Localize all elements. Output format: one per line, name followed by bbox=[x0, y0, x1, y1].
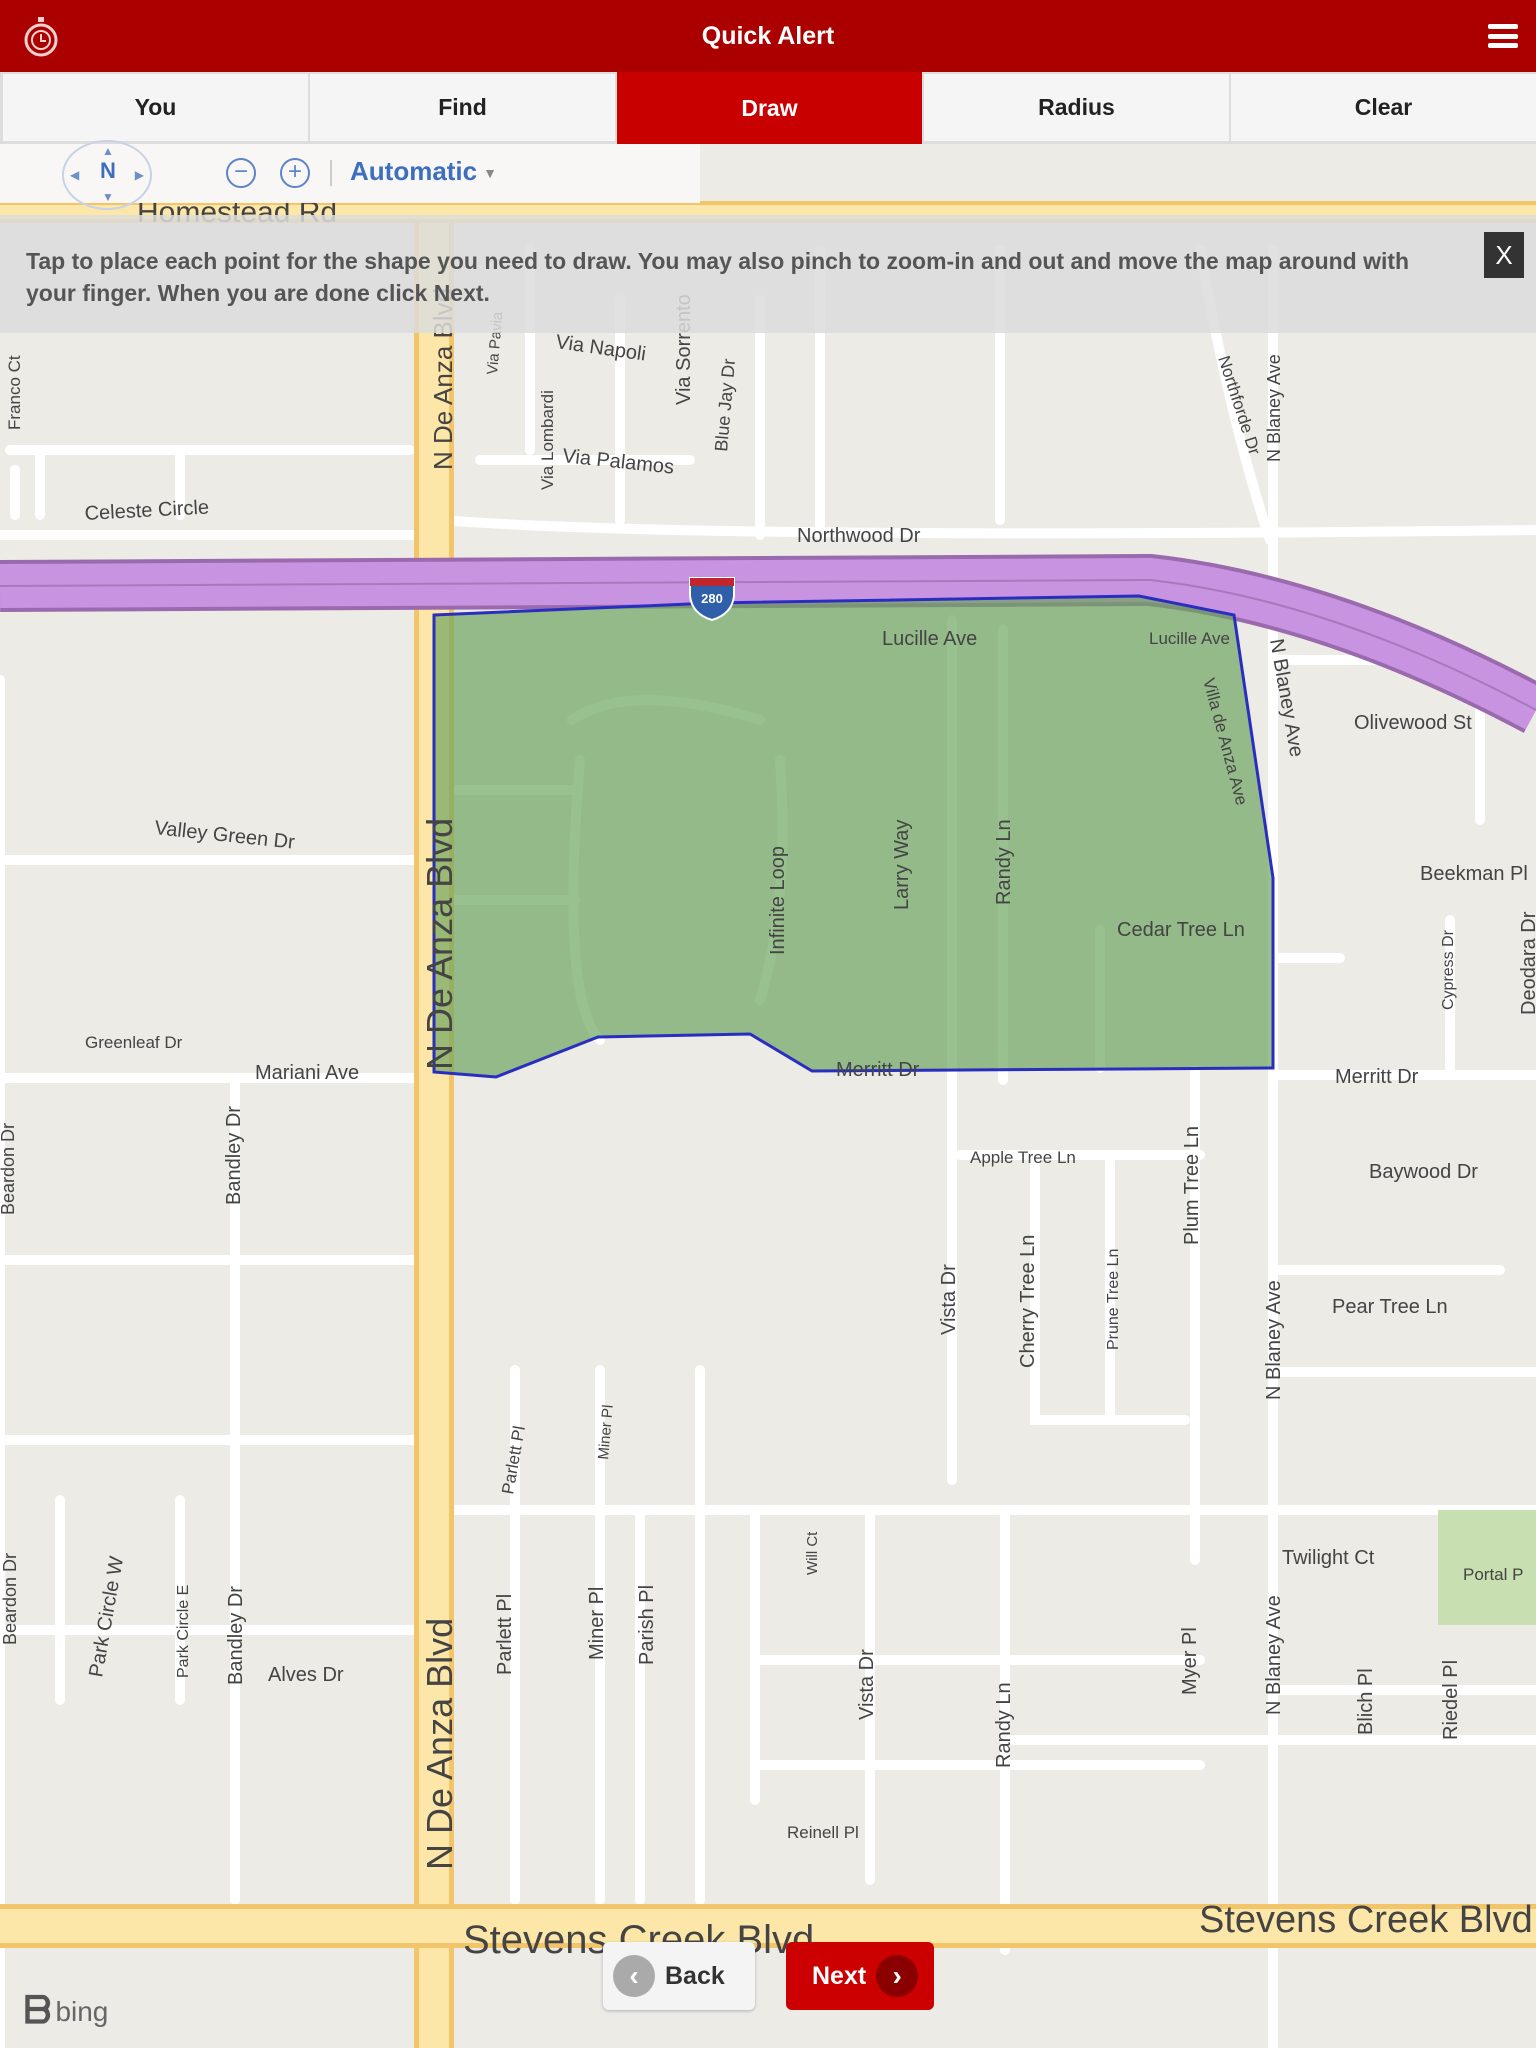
svg-text:Stevens Creek Blvd: Stevens Creek Blvd bbox=[1199, 1899, 1533, 1941]
attribution-text: bing bbox=[55, 1995, 109, 2027]
svg-text:Cedar Tree Ln: Cedar Tree Ln bbox=[1117, 919, 1245, 941]
svg-text:Franco Ct: Franco Ct bbox=[5, 355, 24, 430]
instruction-text: Tap to place each point for the shape yo… bbox=[26, 248, 1410, 306]
drawn-shape-polygon[interactable] bbox=[432, 594, 1275, 1079]
map-style-dropdown[interactable]: Automatic ▼ bbox=[350, 156, 497, 187]
back-button[interactable]: ‹ Back bbox=[603, 1942, 755, 2010]
divider bbox=[330, 160, 332, 186]
svg-text:Greenleaf Dr: Greenleaf Dr bbox=[85, 1033, 183, 1052]
svg-text:Park Circle E: Park Circle E bbox=[175, 1585, 192, 1678]
tab-you[interactable]: You bbox=[3, 74, 310, 141]
app-title: Quick Alert bbox=[701, 21, 835, 50]
svg-text:N Blaney Ave: N Blaney Ave bbox=[1263, 1280, 1285, 1400]
svg-text:Myer Pl: Myer Pl bbox=[1179, 1627, 1201, 1695]
instruction-banner: Tap to place each point for the shape yo… bbox=[0, 215, 1536, 333]
tab-find[interactable]: Find bbox=[310, 74, 617, 141]
svg-text:Randy Ln: Randy Ln bbox=[993, 819, 1015, 905]
chevron-right-icon: › bbox=[876, 1955, 919, 1997]
svg-text:Cherry Tree Ln: Cherry Tree Ln bbox=[1017, 1235, 1039, 1368]
svg-text:Lucille Ave: Lucille Ave bbox=[1149, 629, 1230, 648]
caret-down-icon: ▼ bbox=[483, 165, 497, 182]
svg-text:Blich Pl: Blich Pl bbox=[1355, 1668, 1377, 1735]
stopwatch-icon[interactable] bbox=[22, 16, 60, 58]
svg-text:Prune Tree Ln: Prune Tree Ln bbox=[1105, 1249, 1122, 1350]
svg-text:Alves Dr: Alves Dr bbox=[268, 1664, 344, 1686]
bing-logo: ᗷ bing bbox=[24, 1990, 108, 2033]
svg-text:Will Ct: Will Ct bbox=[804, 1531, 821, 1575]
svg-text:Beekman Pl: Beekman Pl bbox=[1420, 863, 1528, 885]
svg-text:Vista Dr: Vista Dr bbox=[856, 1649, 878, 1720]
svg-text:Merritt Dr: Merritt Dr bbox=[1335, 1066, 1419, 1088]
bing-icon: ᗷ bbox=[24, 1990, 52, 2032]
svg-text:Riedel Pl: Riedel Pl bbox=[1440, 1660, 1462, 1740]
svg-text:N Blaney Ave: N Blaney Ave bbox=[1263, 1595, 1285, 1715]
hamburger-menu-icon[interactable] bbox=[1488, 24, 1518, 48]
svg-text:Beardon Dr: Beardon Dr bbox=[0, 1123, 18, 1215]
svg-text:Baywood Dr: Baywood Dr bbox=[1369, 1161, 1478, 1183]
svg-text:Plum Tree Ln: Plum Tree Ln bbox=[1181, 1126, 1203, 1245]
svg-text:Via Lombardi: Via Lombardi bbox=[538, 390, 557, 490]
svg-text:N De Anza Blvd: N De Anza Blvd bbox=[419, 1618, 460, 1870]
back-label: Back bbox=[665, 1961, 725, 1990]
svg-text:Parlett Pl: Parlett Pl bbox=[494, 1594, 516, 1675]
svg-text:Merritt Dr: Merritt Dr bbox=[836, 1059, 920, 1081]
map-style-label: Automatic bbox=[350, 156, 478, 186]
mode-tabs: You Find Draw Radius Clear bbox=[0, 72, 1536, 144]
svg-text:Infinite Loop: Infinite Loop bbox=[767, 846, 789, 955]
tab-clear[interactable]: Clear bbox=[1231, 74, 1536, 141]
svg-text:Beardon Dr: Beardon Dr bbox=[0, 1553, 20, 1645]
svg-text:Pear Tree Ln: Pear Tree Ln bbox=[1332, 1296, 1448, 1318]
zoom-out-button[interactable]: − bbox=[226, 158, 256, 188]
svg-text:Bandley Dr: Bandley Dr bbox=[223, 1106, 245, 1205]
chevron-left-icon: ‹ bbox=[613, 1955, 655, 1997]
svg-text:Parish Pl: Parish Pl bbox=[636, 1585, 658, 1665]
svg-text:Lucille Ave: Lucille Ave bbox=[882, 628, 977, 650]
close-instructions-button[interactable]: X bbox=[1484, 232, 1524, 278]
svg-text:Twilight Ct: Twilight Ct bbox=[1282, 1547, 1375, 1569]
compass-control[interactable]: ▲ ▼ ◀ ▶ N bbox=[62, 140, 152, 210]
svg-text:Miner Pl: Miner Pl bbox=[586, 1587, 608, 1660]
svg-text:N Blaney Ave: N Blaney Ave bbox=[1264, 354, 1284, 462]
svg-text:Deodara Dr: Deodara Dr bbox=[1518, 911, 1536, 1015]
svg-text:Mariani Ave: Mariani Ave bbox=[255, 1062, 359, 1084]
svg-text:Vista Dr: Vista Dr bbox=[938, 1264, 960, 1335]
svg-text:Northwood Dr: Northwood Dr bbox=[797, 525, 921, 547]
app-header: Quick Alert bbox=[0, 0, 1536, 72]
tab-radius[interactable]: Radius bbox=[924, 74, 1231, 141]
svg-text:Larry Way: Larry Way bbox=[891, 820, 913, 910]
zoom-in-button[interactable]: + bbox=[280, 158, 310, 188]
svg-text:280: 280 bbox=[701, 591, 723, 606]
svg-text:Bandley Dr: Bandley Dr bbox=[225, 1586, 247, 1685]
next-button[interactable]: Next › bbox=[786, 1942, 934, 2010]
svg-text:Olivewood St: Olivewood St bbox=[1354, 712, 1472, 734]
next-label: Next bbox=[812, 1961, 867, 1990]
svg-text:Cypress Dr: Cypress Dr bbox=[1440, 929, 1457, 1010]
svg-text:Portal P: Portal P bbox=[1463, 1565, 1523, 1584]
svg-text:Apple Tree Ln: Apple Tree Ln bbox=[970, 1148, 1076, 1167]
svg-text:Randy Ln: Randy Ln bbox=[993, 1682, 1015, 1768]
compass-north-label: N bbox=[100, 158, 116, 183]
svg-text:N De Anza Blvd: N De Anza Blvd bbox=[419, 818, 460, 1070]
tab-draw[interactable]: Draw bbox=[617, 72, 924, 144]
svg-text:Reinell Pl: Reinell Pl bbox=[787, 1823, 859, 1842]
map-controls: ▲ ▼ ◀ ▶ N − + Automatic ▼ bbox=[0, 140, 700, 210]
